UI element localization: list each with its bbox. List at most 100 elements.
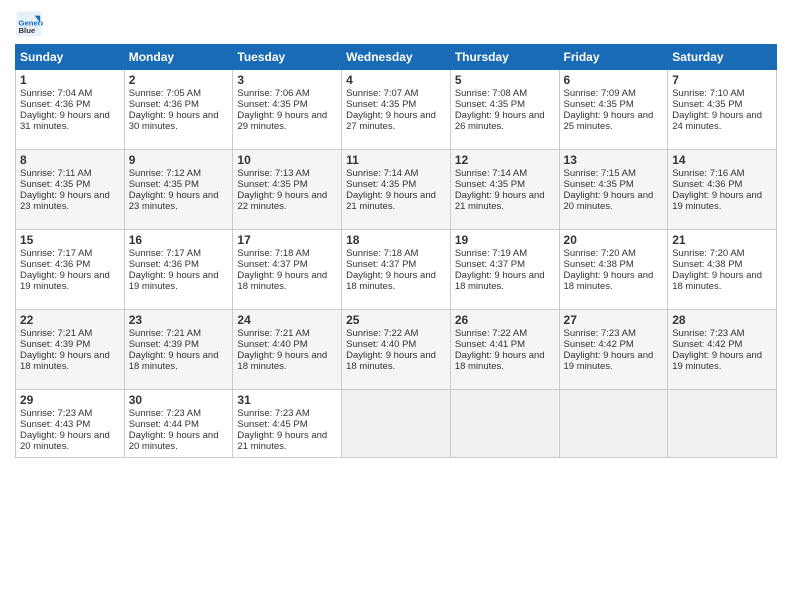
- daylight: Daylight: 9 hours and 18 minutes.: [237, 350, 327, 372]
- day-number: 29: [20, 393, 120, 407]
- sunset: Sunset: 4:42 PM: [672, 339, 742, 350]
- day-number: 15: [20, 233, 120, 247]
- sunrise: Sunrise: 7:07 AM: [346, 88, 418, 99]
- sunset: Sunset: 4:42 PM: [564, 339, 634, 350]
- day-number: 5: [455, 73, 555, 87]
- calendar-cell: 1Sunrise: 7:04 AMSunset: 4:36 PMDaylight…: [16, 70, 125, 150]
- day-number: 18: [346, 233, 446, 247]
- calendar-cell: [342, 390, 451, 458]
- sunrise: Sunrise: 7:23 AM: [129, 408, 201, 419]
- sunrise: Sunrise: 7:05 AM: [129, 88, 201, 99]
- day-number: 25: [346, 313, 446, 327]
- daylight: Daylight: 9 hours and 24 minutes.: [672, 110, 762, 132]
- sunrise: Sunrise: 7:17 AM: [20, 248, 92, 259]
- calendar-cell: [668, 390, 777, 458]
- daylight: Daylight: 9 hours and 21 minutes.: [346, 190, 436, 212]
- sunset: Sunset: 4:40 PM: [237, 339, 307, 350]
- sunrise: Sunrise: 7:22 AM: [455, 328, 527, 339]
- calendar-day-header: Tuesday: [233, 45, 342, 70]
- daylight: Daylight: 9 hours and 19 minutes.: [672, 190, 762, 212]
- sunset: Sunset: 4:41 PM: [455, 339, 525, 350]
- calendar-cell: 8Sunrise: 7:11 AMSunset: 4:35 PMDaylight…: [16, 150, 125, 230]
- calendar-cell: 22Sunrise: 7:21 AMSunset: 4:39 PMDayligh…: [16, 310, 125, 390]
- calendar-cell: 14Sunrise: 7:16 AMSunset: 4:36 PMDayligh…: [668, 150, 777, 230]
- sunrise: Sunrise: 7:06 AM: [237, 88, 309, 99]
- sunset: Sunset: 4:35 PM: [564, 99, 634, 110]
- header: General Blue: [15, 10, 777, 38]
- day-number: 30: [129, 393, 229, 407]
- daylight: Daylight: 9 hours and 27 minutes.: [346, 110, 436, 132]
- calendar-cell: 11Sunrise: 7:14 AMSunset: 4:35 PMDayligh…: [342, 150, 451, 230]
- calendar-cell: 10Sunrise: 7:13 AMSunset: 4:35 PMDayligh…: [233, 150, 342, 230]
- calendar-cell: 5Sunrise: 7:08 AMSunset: 4:35 PMDaylight…: [450, 70, 559, 150]
- sunrise: Sunrise: 7:14 AM: [346, 168, 418, 179]
- sunset: Sunset: 4:37 PM: [237, 259, 307, 270]
- day-number: 21: [672, 233, 772, 247]
- sunset: Sunset: 4:37 PM: [455, 259, 525, 270]
- daylight: Daylight: 9 hours and 23 minutes.: [20, 190, 110, 212]
- sunset: Sunset: 4:35 PM: [346, 99, 416, 110]
- daylight: Daylight: 9 hours and 21 minutes.: [237, 430, 327, 452]
- sunrise: Sunrise: 7:21 AM: [20, 328, 92, 339]
- calendar-cell: 2Sunrise: 7:05 AMSunset: 4:36 PMDaylight…: [124, 70, 233, 150]
- calendar-table: SundayMondayTuesdayWednesdayThursdayFrid…: [15, 44, 777, 458]
- sunrise: Sunrise: 7:16 AM: [672, 168, 744, 179]
- sunset: Sunset: 4:43 PM: [20, 419, 90, 430]
- sunset: Sunset: 4:35 PM: [20, 179, 90, 190]
- daylight: Daylight: 9 hours and 18 minutes.: [455, 270, 545, 292]
- day-number: 9: [129, 153, 229, 167]
- daylight: Daylight: 9 hours and 18 minutes.: [564, 270, 654, 292]
- calendar-day-header: Monday: [124, 45, 233, 70]
- page: General Blue SundayMondayTuesdayWednesda…: [0, 0, 792, 612]
- day-number: 16: [129, 233, 229, 247]
- sunset: Sunset: 4:38 PM: [564, 259, 634, 270]
- sunrise: Sunrise: 7:23 AM: [237, 408, 309, 419]
- sunrise: Sunrise: 7:11 AM: [20, 168, 92, 179]
- daylight: Daylight: 9 hours and 19 minutes.: [129, 270, 219, 292]
- day-number: 8: [20, 153, 120, 167]
- sunset: Sunset: 4:44 PM: [129, 419, 199, 430]
- sunrise: Sunrise: 7:21 AM: [129, 328, 201, 339]
- daylight: Daylight: 9 hours and 26 minutes.: [455, 110, 545, 132]
- calendar-day-header: Saturday: [668, 45, 777, 70]
- day-number: 1: [20, 73, 120, 87]
- daylight: Daylight: 9 hours and 19 minutes.: [672, 350, 762, 372]
- sunset: Sunset: 4:45 PM: [237, 419, 307, 430]
- calendar-cell: 3Sunrise: 7:06 AMSunset: 4:35 PMDaylight…: [233, 70, 342, 150]
- sunset: Sunset: 4:39 PM: [129, 339, 199, 350]
- calendar-cell: 7Sunrise: 7:10 AMSunset: 4:35 PMDaylight…: [668, 70, 777, 150]
- sunrise: Sunrise: 7:09 AM: [564, 88, 636, 99]
- daylight: Daylight: 9 hours and 19 minutes.: [564, 350, 654, 372]
- calendar-cell: 13Sunrise: 7:15 AMSunset: 4:35 PMDayligh…: [559, 150, 668, 230]
- calendar-cell: 4Sunrise: 7:07 AMSunset: 4:35 PMDaylight…: [342, 70, 451, 150]
- sunset: Sunset: 4:35 PM: [129, 179, 199, 190]
- calendar-day-header: Thursday: [450, 45, 559, 70]
- svg-text:Blue: Blue: [19, 26, 36, 35]
- daylight: Daylight: 9 hours and 20 minutes.: [20, 430, 110, 452]
- calendar-day-header: Sunday: [16, 45, 125, 70]
- sunrise: Sunrise: 7:23 AM: [564, 328, 636, 339]
- calendar-cell: 27Sunrise: 7:23 AMSunset: 4:42 PMDayligh…: [559, 310, 668, 390]
- sunrise: Sunrise: 7:21 AM: [237, 328, 309, 339]
- sunset: Sunset: 4:35 PM: [237, 99, 307, 110]
- calendar-cell: 16Sunrise: 7:17 AMSunset: 4:36 PMDayligh…: [124, 230, 233, 310]
- sunset: Sunset: 4:35 PM: [455, 179, 525, 190]
- calendar-day-header: Wednesday: [342, 45, 451, 70]
- day-number: 14: [672, 153, 772, 167]
- sunrise: Sunrise: 7:17 AM: [129, 248, 201, 259]
- sunrise: Sunrise: 7:04 AM: [20, 88, 92, 99]
- day-number: 13: [564, 153, 664, 167]
- sunrise: Sunrise: 7:22 AM: [346, 328, 418, 339]
- calendar-cell: 17Sunrise: 7:18 AMSunset: 4:37 PMDayligh…: [233, 230, 342, 310]
- sunrise: Sunrise: 7:12 AM: [129, 168, 201, 179]
- calendar-cell: [450, 390, 559, 458]
- sunset: Sunset: 4:35 PM: [346, 179, 416, 190]
- daylight: Daylight: 9 hours and 18 minutes.: [346, 270, 436, 292]
- day-number: 27: [564, 313, 664, 327]
- sunrise: Sunrise: 7:08 AM: [455, 88, 527, 99]
- sunset: Sunset: 4:35 PM: [455, 99, 525, 110]
- day-number: 22: [20, 313, 120, 327]
- day-number: 4: [346, 73, 446, 87]
- sunset: Sunset: 4:37 PM: [346, 259, 416, 270]
- daylight: Daylight: 9 hours and 20 minutes.: [564, 190, 654, 212]
